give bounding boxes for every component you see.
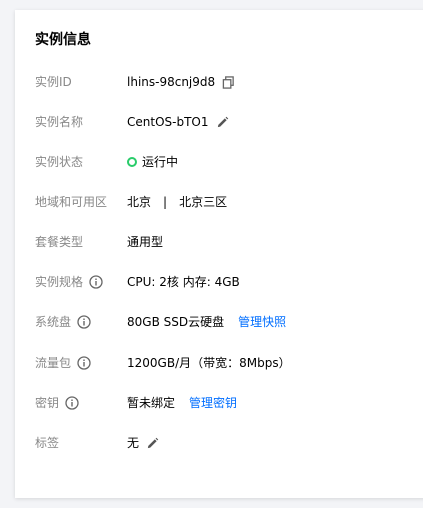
row-instance-status: 实例状态 运行中: [35, 152, 415, 172]
value-system-disk: 80GB SSD云硬盘 管理快照: [127, 312, 286, 332]
region-separator: |: [163, 195, 168, 209]
instance-name-text: CentOS-bTO1: [127, 115, 209, 129]
zone-text: 北京三区: [179, 195, 228, 209]
row-region: 地域和可用区 北京 | 北京三区: [35, 192, 415, 212]
value-traffic: 1200GB/月（带宽：8Mbps）: [127, 356, 291, 370]
value-plan-type: 通用型: [127, 235, 164, 249]
label-spec-text: 实例规格: [35, 275, 84, 289]
edit-name-icon[interactable]: [216, 116, 229, 129]
label-key: 密钥: [35, 393, 79, 413]
card-title: 实例信息: [35, 32, 91, 48]
label-key-text: 密钥: [35, 396, 60, 410]
instance-id-text: lhins-98cnj9d8: [127, 75, 216, 89]
value-tags: 无: [127, 433, 159, 453]
value-spec: CPU: 2核 内存: 4GB: [127, 275, 240, 289]
label-traffic-text: 流量包: [35, 356, 72, 370]
key-text: 暂未绑定: [127, 396, 176, 410]
row-key: 密钥 暂未绑定 管理密钥: [35, 393, 415, 413]
row-instance-id: 实例ID lhins-98cnj9d8: [35, 72, 415, 92]
status-running-icon: [127, 157, 137, 167]
row-tags: 标签 无: [35, 433, 415, 453]
value-region: 北京 | 北京三区: [127, 192, 227, 212]
key-info-icon[interactable]: [65, 396, 79, 410]
row-spec: 实例规格 CPU: 2核 内存: 4GB: [35, 272, 415, 292]
value-instance-id: lhins-98cnj9d8: [127, 72, 235, 92]
label-instance-id: 实例ID: [35, 75, 72, 89]
status-text: 运行中: [142, 155, 179, 169]
manage-snapshot-link[interactable]: 管理快照: [238, 312, 286, 332]
row-plan-type: 套餐类型 通用型: [35, 232, 415, 252]
label-traffic: 流量包: [35, 353, 91, 373]
label-system-disk: 系统盘: [35, 312, 91, 332]
label-plan-type: 套餐类型: [35, 235, 84, 249]
row-traffic: 流量包 1200GB/月（带宽：8Mbps）: [35, 353, 415, 373]
instance-info-card: 实例信息 实例ID lhins-98cnj9d8 实例名称 CentOS-bTO…: [15, 10, 423, 498]
label-instance-name: 实例名称: [35, 115, 84, 129]
system-disk-info-icon[interactable]: [77, 315, 91, 329]
label-region: 地域和可用区: [35, 195, 108, 209]
value-key: 暂未绑定 管理密钥: [127, 393, 237, 413]
copy-icon[interactable]: [222, 75, 235, 89]
value-instance-name: CentOS-bTO1: [127, 112, 229, 132]
tags-text: 无: [127, 436, 140, 450]
label-system-disk-text: 系统盘: [35, 315, 72, 329]
spec-info-icon[interactable]: [89, 275, 103, 289]
row-instance-name: 实例名称 CentOS-bTO1: [35, 112, 415, 132]
value-instance-status: 运行中: [127, 152, 178, 172]
traffic-info-icon[interactable]: [77, 356, 91, 370]
edit-tags-icon[interactable]: [146, 437, 159, 450]
system-disk-text: 80GB SSD云硬盘: [127, 315, 225, 329]
region-text: 北京: [127, 195, 152, 209]
label-tags: 标签: [35, 436, 60, 450]
label-spec: 实例规格: [35, 272, 103, 292]
row-system-disk: 系统盘 80GB SSD云硬盘 管理快照: [35, 312, 415, 332]
manage-key-link[interactable]: 管理密钥: [189, 393, 237, 413]
label-instance-status: 实例状态: [35, 155, 84, 169]
